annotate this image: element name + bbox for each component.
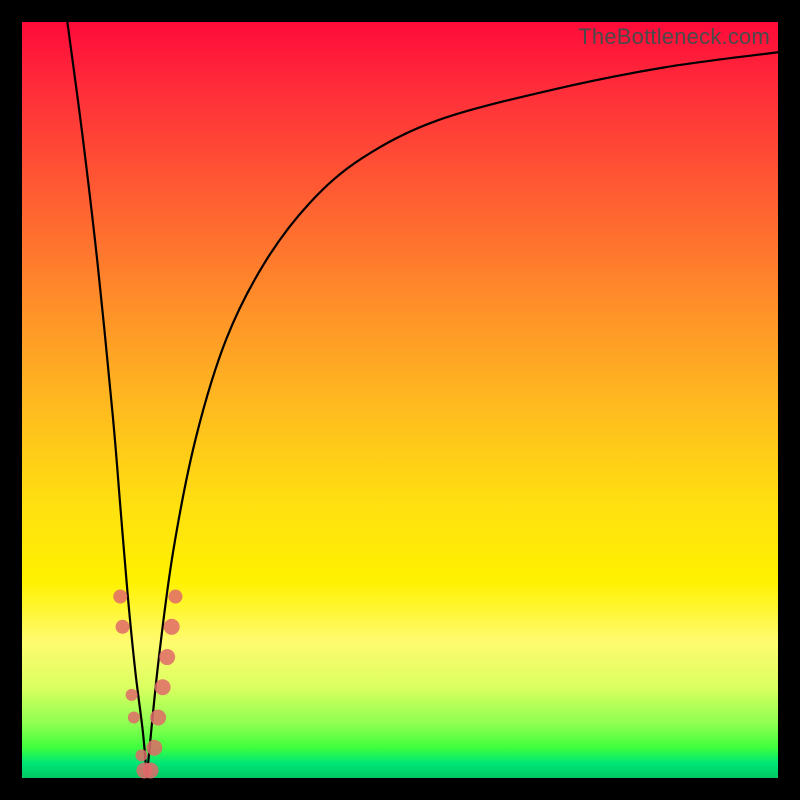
highlight-dot xyxy=(164,619,180,635)
highlight-dots-group xyxy=(113,590,182,779)
highlight-dot xyxy=(150,710,166,726)
chart-frame: TheBottleneck.com xyxy=(22,22,778,778)
highlight-dot xyxy=(143,762,159,778)
highlight-dot xyxy=(155,679,171,695)
highlight-dot xyxy=(146,740,162,756)
curve-right-branch xyxy=(147,52,778,778)
highlight-dot xyxy=(126,689,138,701)
curve-left-branch xyxy=(67,22,146,778)
highlight-dot xyxy=(135,749,147,761)
highlight-dot xyxy=(159,649,175,665)
chart-svg xyxy=(22,22,778,778)
highlight-dot xyxy=(128,712,140,724)
highlight-dot xyxy=(113,590,127,604)
highlight-dot xyxy=(168,590,182,604)
highlight-dot xyxy=(116,620,130,634)
